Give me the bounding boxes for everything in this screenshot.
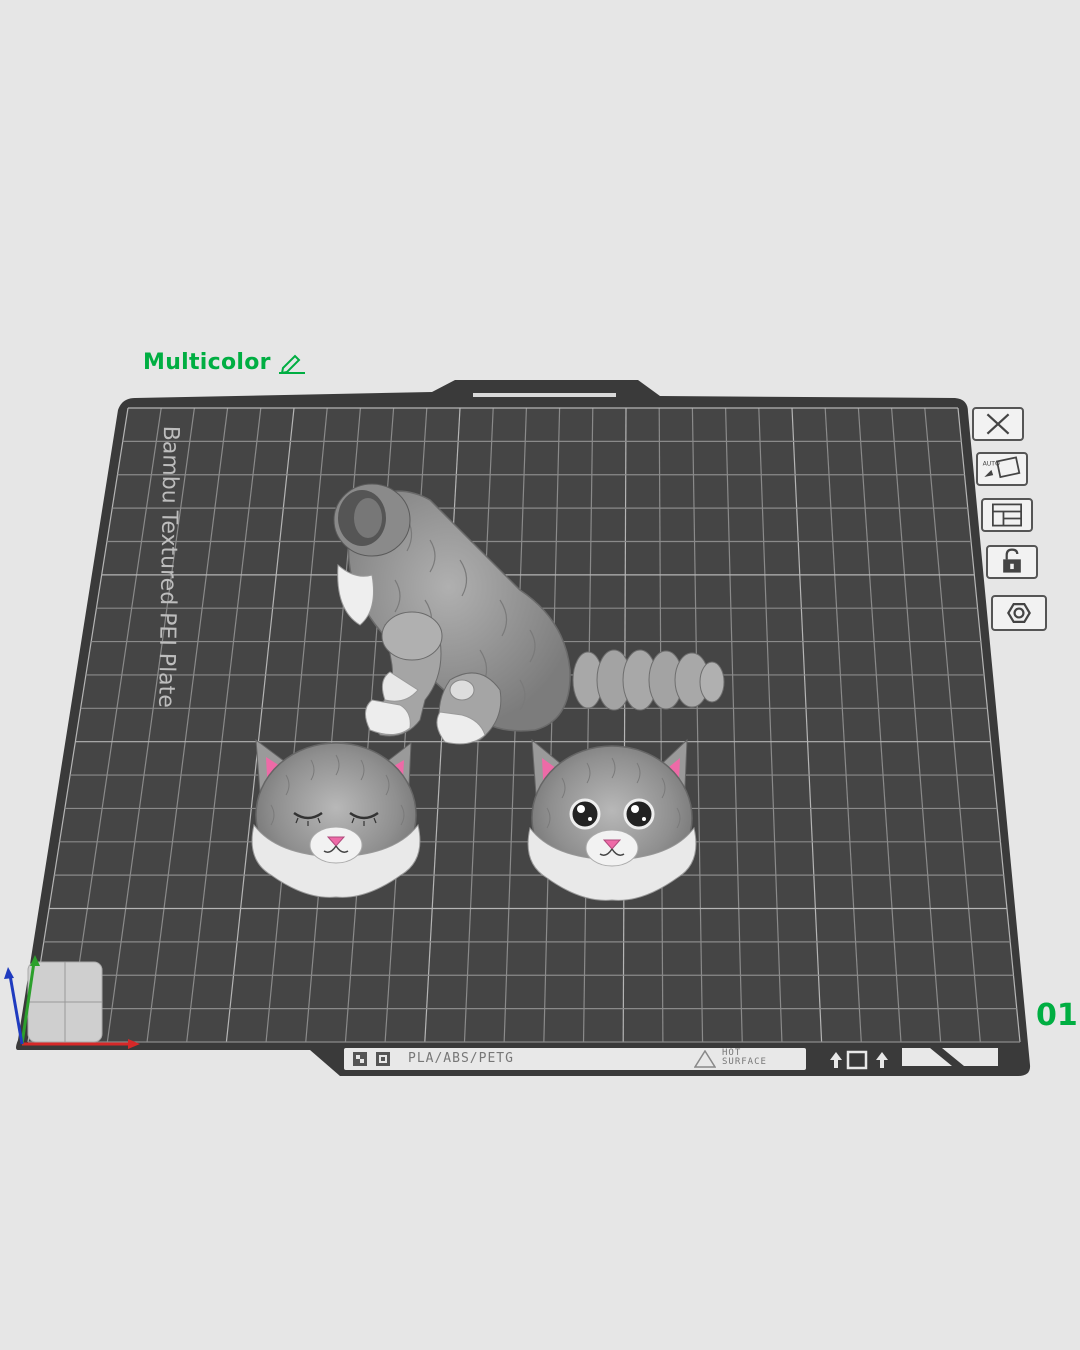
cat-head-awake-model[interactable] (527, 738, 697, 901)
delete-plate-button[interactable] (972, 407, 1024, 441)
arrange-button[interactable] (981, 498, 1033, 532)
plate-name[interactable]: Multicolor (143, 350, 307, 375)
plate-name-label: Multicolor (143, 350, 271, 375)
filament-strip: PLA/ABS/PETG HOT SURFACE (344, 1048, 806, 1070)
arrange-icon (992, 503, 1022, 527)
lock-icon (1003, 548, 1021, 573)
auto-orient-icon: AUTO (983, 456, 1021, 479)
compatibility-icons (353, 1052, 390, 1066)
edit-icon[interactable] (277, 352, 307, 374)
bed-type-label: Bambu Textured PEI Plate (153, 425, 183, 709)
plate-settings-button[interactable] (991, 595, 1047, 631)
delete-icon (986, 413, 1010, 435)
auto-orient-button[interactable]: AUTO (976, 452, 1028, 486)
3d-viewport[interactable]: Multicolor Bambu Textured PEI Plate PLA/… (0, 0, 1080, 1350)
filament-types: PLA/ABS/PETG (408, 1051, 514, 1066)
warning-icon (694, 1050, 716, 1068)
plate-index: 01 (1036, 998, 1078, 1033)
lock-plate-button[interactable] (986, 545, 1038, 579)
plate-tab (473, 393, 616, 397)
cat-tail (572, 649, 725, 711)
cat-head-sleeping-model[interactable] (251, 738, 421, 898)
hot-surface-warning: HOT SURFACE (722, 1048, 767, 1067)
settings-icon (1007, 603, 1031, 623)
